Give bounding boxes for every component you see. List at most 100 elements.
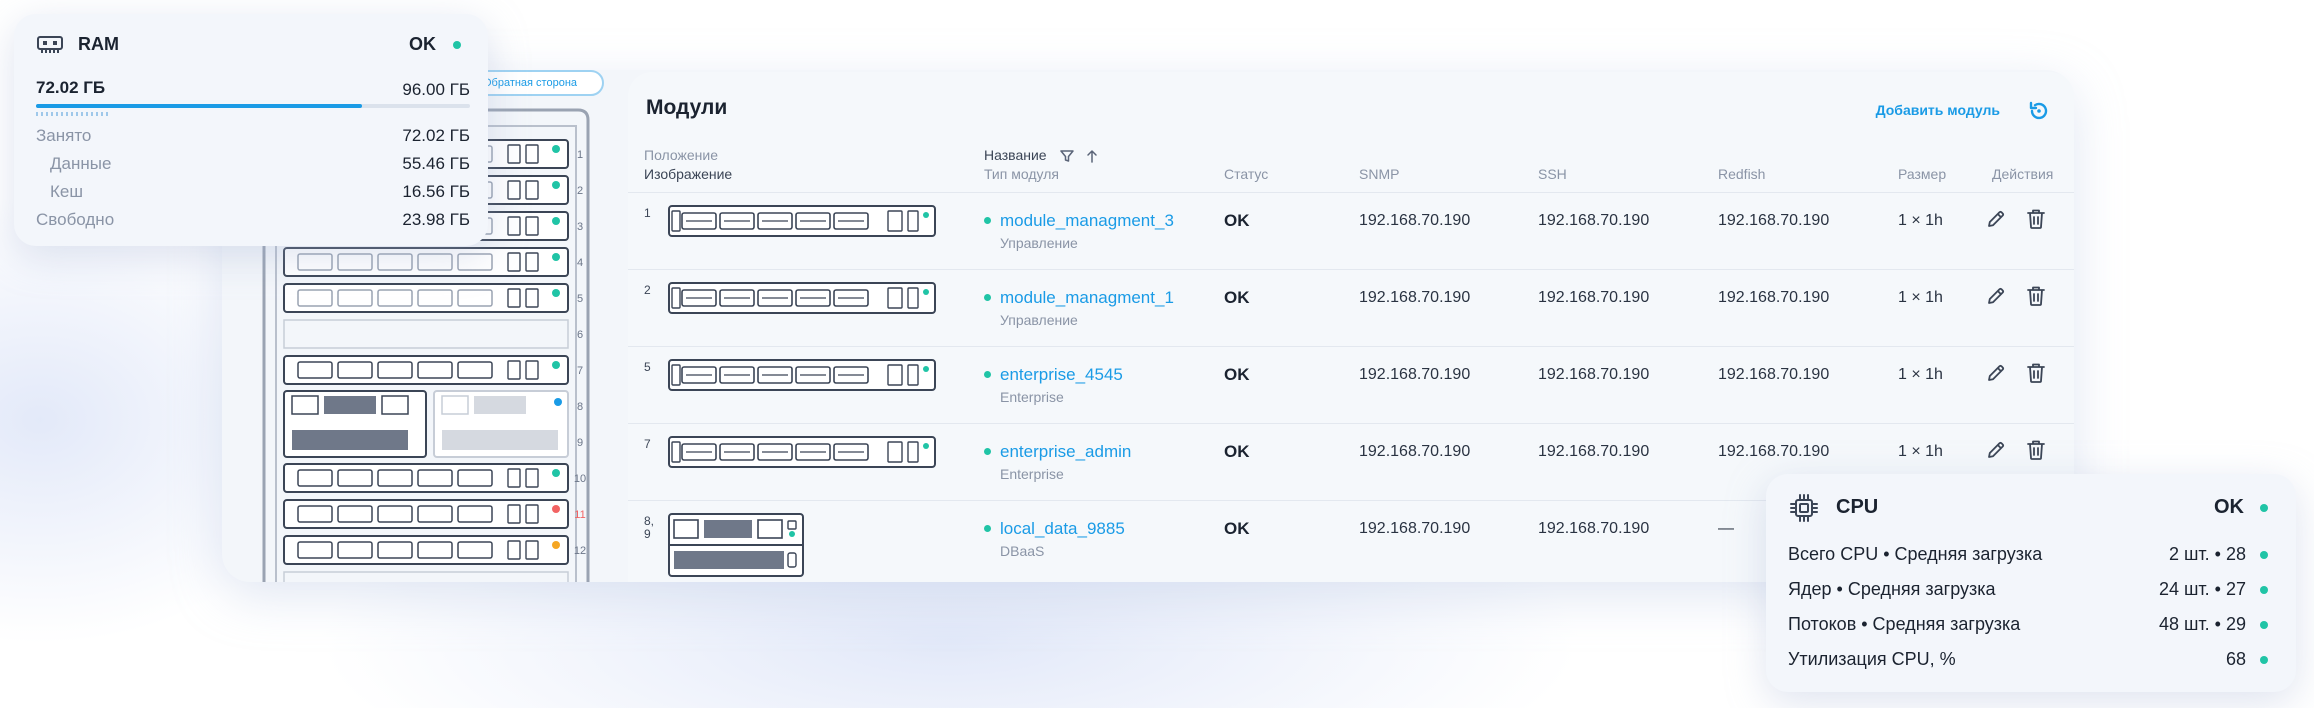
rack-unit-number: 1 bbox=[577, 149, 583, 161]
edit-icon bbox=[1988, 441, 2005, 458]
row-thumbnail bbox=[668, 436, 936, 473]
row-position: 7 bbox=[644, 437, 651, 451]
filter-icon[interactable] bbox=[1060, 149, 1075, 163]
refresh-icon bbox=[2029, 101, 2048, 120]
trash-icon bbox=[2027, 363, 2045, 383]
cpu-card: CPU OK Всего CPU • Средняя загрузка 2 шт.… bbox=[1766, 474, 2296, 692]
trash-icon bbox=[2027, 209, 2045, 229]
module-redfish: 192.168.70.190 bbox=[1718, 443, 1830, 460]
rack-unit-number: 10 bbox=[574, 473, 586, 485]
rack-unit-number: 11 bbox=[574, 509, 585, 521]
rack-unit-number: 7 bbox=[577, 365, 583, 377]
column-header-name[interactable]: Название Тип модуля bbox=[984, 146, 1098, 184]
edit-button[interactable] bbox=[1984, 361, 2008, 390]
module-name-link[interactable]: local_data_9885 bbox=[984, 519, 1125, 539]
module-status: OK bbox=[1224, 442, 1250, 461]
row-position: 2 bbox=[644, 283, 651, 297]
ram-title: RAM bbox=[78, 34, 119, 54]
rack-unit-number: 13 bbox=[574, 581, 586, 582]
rack-server-unit[interactable] bbox=[283, 499, 569, 529]
module-snmp: 192.168.70.190 bbox=[1359, 366, 1471, 383]
table-row[interactable]: 1 module_managment_3 Управление OK 192.168.7… bbox=[628, 192, 2074, 269]
module-ssh: 192.168.70.190 bbox=[1538, 443, 1650, 460]
module-type: Enterprise bbox=[1000, 466, 1064, 482]
rack-unit-number: 4 bbox=[577, 257, 583, 269]
edit-icon bbox=[1988, 364, 2005, 381]
cpu-row-cores: Ядер • Средняя загрузка 24 шт. • 27 bbox=[1788, 579, 2268, 600]
rack-double-server[interactable] bbox=[283, 390, 569, 458]
module-ssh: 192.168.70.190 bbox=[1538, 520, 1650, 537]
row-thumbnail bbox=[668, 359, 936, 396]
edit-icon bbox=[1988, 287, 2005, 304]
column-header-actions: Действия bbox=[1992, 166, 2054, 182]
cpu-row-total: Всего CPU • Средняя загрузка 2 шт. • 28 bbox=[1788, 544, 2268, 565]
module-name-link[interactable]: enterprise_4545 bbox=[984, 365, 1123, 385]
trash-icon bbox=[2027, 440, 2045, 460]
module-redfish: 192.168.70.190 bbox=[1718, 366, 1830, 383]
rack-unit-number: 9 bbox=[577, 437, 583, 449]
module-size: 1 × 1h bbox=[1898, 289, 1943, 306]
row-position: 5 bbox=[644, 360, 651, 374]
module-thumbnail bbox=[668, 436, 936, 468]
add-module-button[interactable]: Добавить модуль bbox=[1876, 102, 2000, 118]
module-type: Управление bbox=[1000, 235, 1078, 251]
edit-button[interactable] bbox=[1984, 284, 2008, 313]
rack-unit-number: 5 bbox=[577, 293, 583, 305]
module-snmp: 192.168.70.190 bbox=[1359, 520, 1471, 537]
cpu-status-dot bbox=[2260, 504, 2268, 512]
delete-button[interactable] bbox=[2024, 438, 2048, 467]
column-header-ssh: SSH bbox=[1538, 166, 1567, 182]
rack-unit-number: 6 bbox=[577, 329, 583, 341]
module-size: 1 × 1h bbox=[1898, 443, 1943, 460]
row-position: 8, 9 bbox=[644, 514, 655, 541]
column-header-status: Статус bbox=[1224, 166, 1269, 182]
sort-ascending-icon[interactable] bbox=[1086, 149, 1098, 164]
table-row[interactable]: 5 enterprise_4545 Enterprise OK 192.168.70.1… bbox=[628, 346, 2074, 423]
memory-icon bbox=[37, 36, 63, 53]
module-name-link[interactable]: module_managment_1 bbox=[984, 288, 1174, 308]
module-name-link[interactable]: module_managment_3 bbox=[984, 211, 1174, 231]
edit-button[interactable] bbox=[1984, 207, 2008, 236]
module-type: Управление bbox=[1000, 312, 1078, 328]
ram-status-dot bbox=[453, 41, 461, 49]
row-thumbnail bbox=[668, 205, 936, 242]
rack-server-unit[interactable] bbox=[283, 355, 569, 385]
rack-server-unit[interactable] bbox=[283, 463, 569, 493]
rack-unit-number: 3 bbox=[577, 221, 583, 233]
edit-button[interactable] bbox=[1984, 438, 2008, 467]
delete-button[interactable] bbox=[2024, 361, 2048, 390]
ram-used-value: 72.02 ГБ bbox=[36, 78, 106, 97]
module-type: Enterprise bbox=[1000, 389, 1064, 405]
module-thumbnail bbox=[668, 359, 936, 391]
ram-stat-free: Свободно 23.98 ГБ bbox=[36, 210, 470, 229]
table-row[interactable]: 2 module_managment_1 Управление OK 192.168.7… bbox=[628, 269, 2074, 346]
ram-total-value: 96.00 ГБ bbox=[402, 80, 470, 99]
refresh-button[interactable] bbox=[2022, 94, 2056, 128]
module-size: 1 × 1h bbox=[1898, 366, 1943, 383]
module-thumbnail bbox=[668, 205, 936, 237]
module-type: DBaaS bbox=[1000, 543, 1045, 559]
column-header-snmp: SNMP bbox=[1359, 166, 1400, 182]
module-ssh: 192.168.70.190 bbox=[1538, 289, 1650, 306]
rack-server-unit[interactable] bbox=[283, 247, 569, 277]
ram-status: OK bbox=[409, 34, 436, 54]
module-thumbnail bbox=[668, 513, 804, 577]
delete-button[interactable] bbox=[2024, 207, 2048, 236]
ram-stat-cache: Кеш 16.56 ГБ bbox=[50, 182, 470, 201]
module-status: OK bbox=[1224, 288, 1250, 307]
edit-icon bbox=[1988, 210, 2005, 227]
rack-server-unit[interactable] bbox=[283, 283, 569, 313]
cpu-status: OK bbox=[2214, 496, 2244, 518]
ram-card: RAM OK 72.02 ГБ 96.00 ГБ Занято 72.02 ГБ … bbox=[14, 14, 488, 246]
rack-unit-number: 12 bbox=[574, 545, 586, 557]
module-snmp: 192.168.70.190 bbox=[1359, 289, 1471, 306]
delete-button[interactable] bbox=[2024, 284, 2048, 313]
module-status: OK bbox=[1224, 365, 1250, 384]
cpu-row-utilization: Утилизация CPU, % 68 bbox=[1788, 649, 2268, 670]
module-redfish: 192.168.70.190 bbox=[1718, 289, 1830, 306]
column-header-redfish: Redfish bbox=[1718, 166, 1766, 182]
module-size: 1 × 1h bbox=[1898, 212, 1943, 229]
module-redfish: 192.168.70.190 bbox=[1718, 212, 1830, 229]
rack-server-unit[interactable] bbox=[283, 535, 569, 565]
module-name-link[interactable]: enterprise_admin bbox=[983, 442, 1131, 462]
